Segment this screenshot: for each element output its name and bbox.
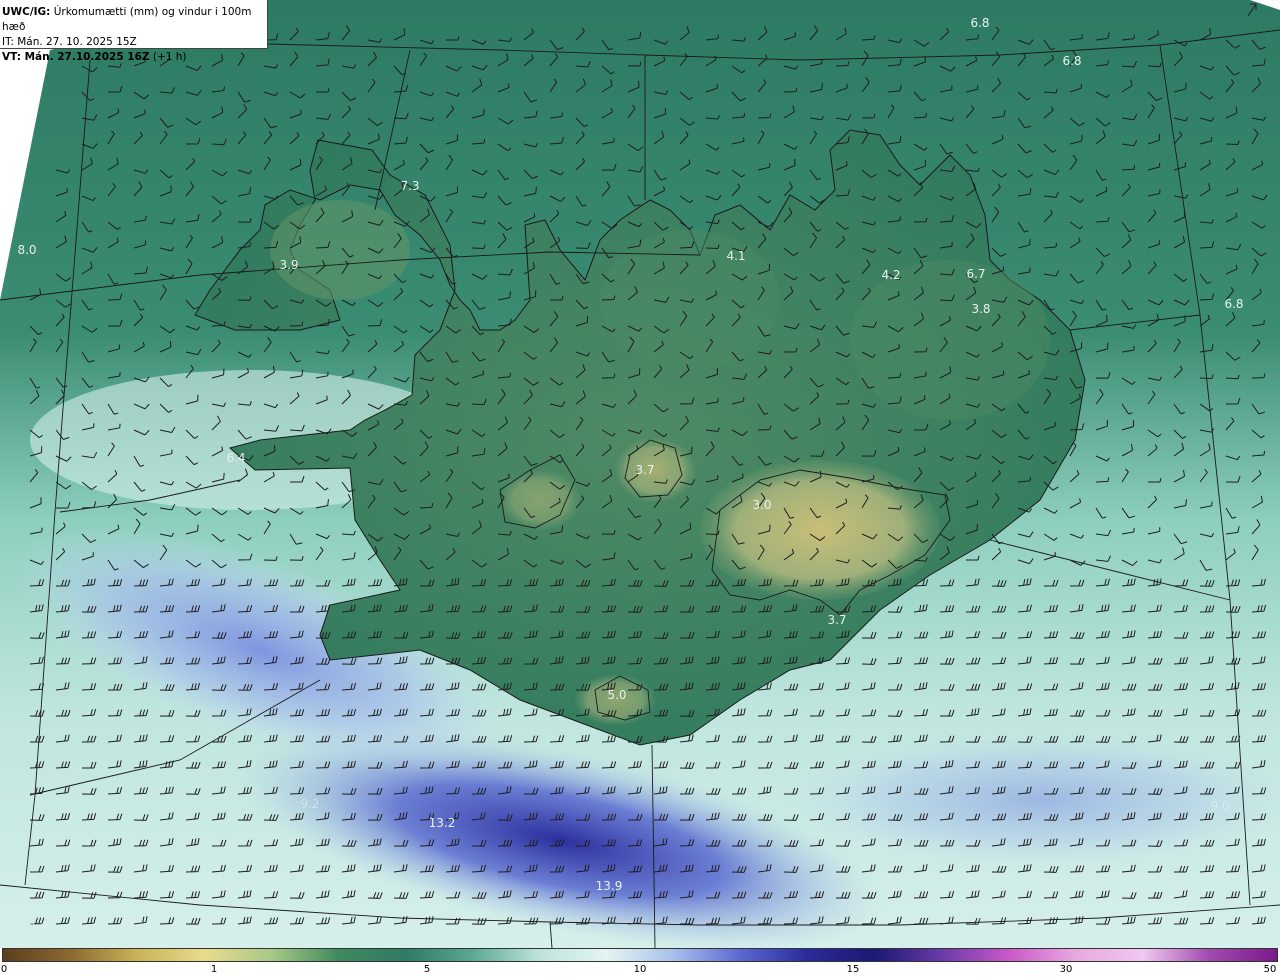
precip-value-label: 13.9 <box>596 879 623 893</box>
map-title-box: UWC/IG: Úrkomumætti (mm) og vindur i 100… <box>0 0 268 63</box>
precip-value-label: 3.7 <box>827 613 846 627</box>
highland-westfjords <box>270 200 410 300</box>
precip-value-label: 9.9 <box>28 921 47 935</box>
colorbar-tick: 1 <box>210 964 218 975</box>
precip-value-label: 6.4 <box>226 451 245 465</box>
colorbar-tick: 15 <box>846 964 860 975</box>
precip-value-label: 3.8 <box>971 302 990 316</box>
precip-value-label: 7.3 <box>400 179 419 193</box>
precip-area <box>780 730 1280 870</box>
highland-north <box>600 230 780 370</box>
precip-value-label: 3.7 <box>635 463 654 477</box>
colorbar-tick: 10 <box>633 964 647 975</box>
precip-value-label: 5.0 <box>607 688 626 702</box>
precip-value-label: 6.8 <box>1224 297 1243 311</box>
precip-value-label: 4.2 <box>881 268 900 282</box>
precip-value-label: 6.8 <box>1062 54 1081 68</box>
precip-value-label: 9.0 <box>1210 799 1229 813</box>
colorbar-tick: 0 <box>0 964 8 975</box>
glacier-vatnajokull <box>700 460 940 600</box>
colorbar-tick: 5 <box>423 964 431 975</box>
colorbar-tick: 50 <box>1263 964 1277 975</box>
colorbar: 0 1 5 10 15 30 50 <box>0 948 1280 978</box>
precip-value-label: 13.2 <box>429 816 456 830</box>
precip-value-label: 3.9 <box>279 258 298 272</box>
precip-value-label: 3.0 <box>752 498 771 512</box>
precip-value-label: 6.7 <box>966 267 985 281</box>
title-line-3: VT: Mán. 27.10.2025 16Z (+1 h) <box>2 51 187 63</box>
glacier-hofsjokull <box>500 470 580 530</box>
title-line-1: UWC/IG: Úrkomumætti (mm) og vindur i 100… <box>2 6 252 33</box>
precip-value-label: 6.8 <box>970 16 989 30</box>
colorbar-strip <box>2 948 1278 962</box>
precip-value-label: 9.2 <box>300 797 319 811</box>
precip-value-label: 8.0 <box>17 243 36 257</box>
colorbar-tick: 30 <box>1059 964 1073 975</box>
title-line-2: IT: Mán. 27. 10. 2025 15Z <box>2 36 137 48</box>
precip-value-label: 4.1 <box>726 249 745 263</box>
weather-map: 6.8 6.8 7.3 8.0 3.9 4.1 4.2 6.7 3.8 6.8 … <box>0 0 1280 948</box>
